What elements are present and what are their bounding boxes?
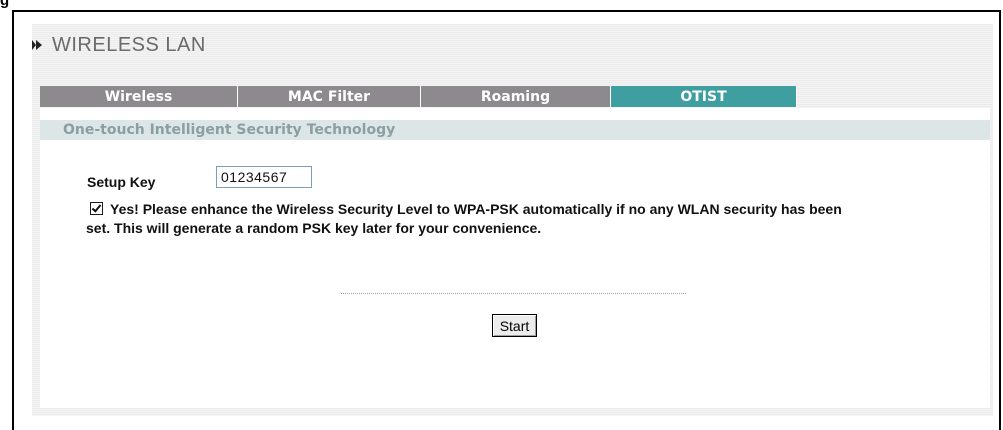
page-title: WIRELESS LAN [52, 33, 206, 56]
tab-otist[interactable]: OTIST [611, 86, 797, 107]
section-title: One-touch Intelligent Security Technolog… [63, 122, 396, 138]
auto-security-text-line2: set. This will generate a random PSK key… [86, 220, 542, 236]
tab-roaming[interactable]: Roaming [421, 86, 611, 107]
page-header: WIRELESS LAN [32, 32, 206, 58]
auto-security-option: Yes! Please enhance the Wireless Securit… [86, 200, 970, 238]
divider [341, 293, 686, 294]
auto-security-text-line1: Yes! Please enhance the Wireless Securit… [110, 201, 842, 217]
start-button[interactable]: Start [492, 314, 537, 337]
setup-key-label: Setup Key [87, 174, 156, 190]
section-header: One-touch Intelligent Security Technolog… [40, 120, 990, 140]
bullet-arrow-icon [32, 40, 42, 50]
wireless-lan-panel: WIRELESS LAN Wireless MAC Filter Roaming… [32, 24, 993, 416]
tab-wireless[interactable]: Wireless [40, 86, 238, 107]
auto-security-checkbox[interactable] [90, 202, 103, 215]
tab-bar: Wireless MAC Filter Roaming OTIST [40, 86, 797, 107]
otist-content: One-touch Intelligent Security Technolog… [40, 108, 990, 408]
tab-mac-filter[interactable]: MAC Filter [238, 86, 421, 107]
figure-label: g [0, 0, 10, 9]
setup-key-input[interactable] [216, 166, 312, 188]
